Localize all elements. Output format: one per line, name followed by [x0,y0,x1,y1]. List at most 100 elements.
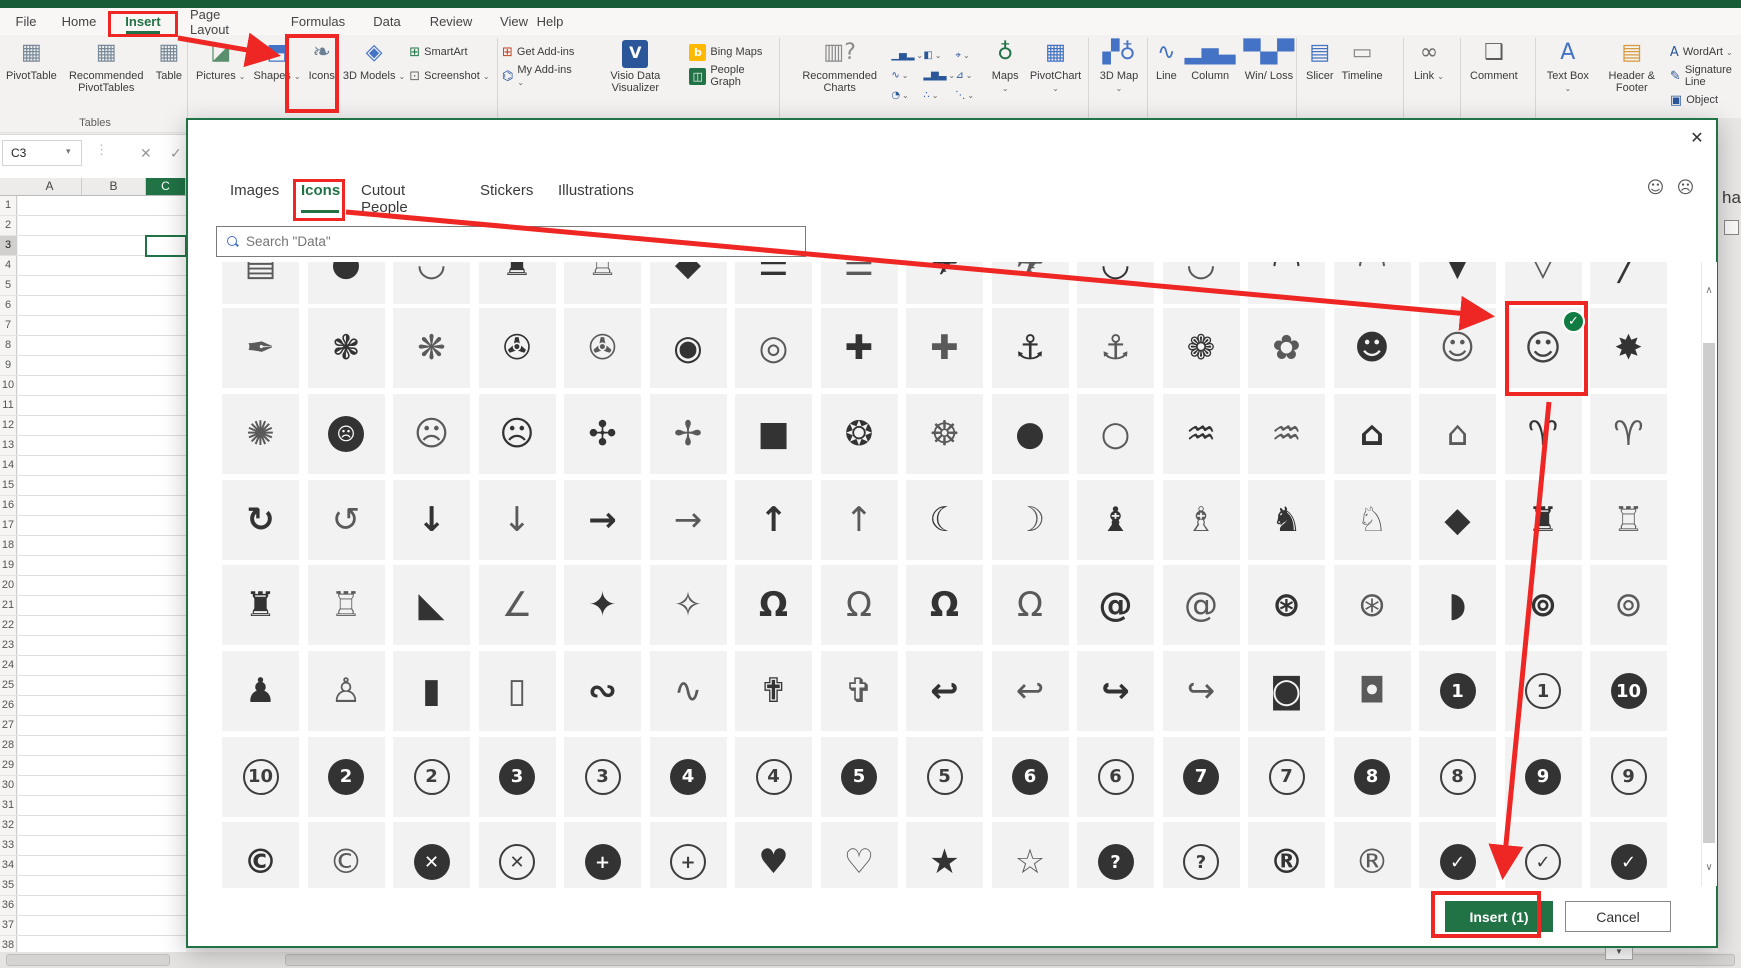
icon-cell-asian-shrine-filled[interactable]: ♜ [222,565,299,645]
row-header-11[interactable]: 11 [0,396,17,416]
search-input[interactable] [246,234,786,249]
icon-cell-backpack-outline[interactable]: ◘ [1334,651,1411,731]
chart-type-icon-3[interactable]: ∿⌄ [891,65,921,85]
ribbon-button-table[interactable]: ▦Table [152,37,186,109]
icon-cell-atom-filled[interactable]: ⊛ [1248,565,1325,645]
icon-cell-number-6-outline[interactable]: 6 [1077,737,1154,817]
icon-cell-multiply-filled[interactable]: ✕ [393,822,470,888]
ribbon-button-screenshot[interactable]: ⊡Screenshot ⌄ [409,67,489,85]
icon-cell-aries-filled[interactable]: ♈ [1505,394,1582,474]
row-header-30[interactable]: 30 [0,776,17,796]
ribbon-button-maps[interactable]: ♁Maps ⌄ [985,37,1025,109]
icon-cell-aquarius-outline[interactable]: ♒ [1248,394,1325,474]
icon-cell-needle-outline[interactable]: ✒ [222,308,299,388]
icon-cell-album-outline[interactable]: ▤ [222,262,299,304]
icon-cell-heart-filled[interactable]: ♥ [735,822,812,888]
icon-cell-plus-filled[interactable]: + [564,822,641,888]
icon-cell-alien-outline[interactable]: ▽ [1505,262,1582,304]
ribbon-button-textbox[interactable]: AText Box ⌄ [1542,37,1594,109]
ribbon-button-shapes[interactable]: ⬒Shapes ⌄ [250,37,305,109]
chart-type-icon-2[interactable]: ⌖⌄ [955,45,985,65]
ribbon-button-timeline[interactable]: ▭Timeline [1338,37,1387,109]
icon-cell-ambulance-filled[interactable]: ✚ [821,308,898,388]
ribbon-button-my_addins[interactable]: ⌬My Add-ins ⌄ [502,67,581,85]
icon-cell-registered-outline[interactable]: ® [1334,822,1411,888]
icon-cell-arrows-circle-filled[interactable]: ↻ [222,480,299,560]
icon-cell-number-2-outline[interactable]: 2 [393,737,470,817]
feedback-frown-icon[interactable]: ☹ [1676,179,1695,198]
ribbon-button-wordart[interactable]: AWordArt ⌄ [1670,43,1741,61]
icon-cell-artist-2-outline[interactable]: ♘ [1334,480,1411,560]
icon-cell-australia-filled[interactable]: ◗ [1419,565,1496,645]
icon-cell-alarm-filled[interactable]: ◡ [1077,262,1154,304]
row-header-18[interactable]: 18 [0,536,17,556]
icon-cell-arrow-right-filled[interactable]: → [564,480,641,560]
icon-cell-atom-outline[interactable]: ⊛ [1334,565,1411,645]
icon-cell-arrow-up-outline[interactable]: ↑ [821,480,898,560]
icon-cell-angry-face-filled[interactable]: ☹ [308,394,385,474]
ribbon-tab-page-layout[interactable]: Page Layout [186,8,266,35]
ribbon-button-comment[interactable]: ❑Comment [1466,37,1522,109]
row-header-25[interactable]: 25 [0,676,17,696]
icon-cell-alien-filled[interactable]: ▼ [1419,262,1496,304]
search-box[interactable] [216,226,806,257]
ribbon-button-pictures[interactable]: ◪Pictures ⌄ [192,37,250,109]
ribbon-button-rec_pivottables[interactable]: ▦Recommended PivotTables [61,37,152,109]
icon-cell-baby-filled[interactable]: ♟ [222,651,299,731]
icon-cell-question-outline[interactable]: ? [1163,822,1240,888]
row-header-12[interactable]: 12 [0,416,17,436]
dialog-tab-images[interactable]: Images [230,182,280,212]
icon-cell-anger-burst-filled[interactable]: ✸ [1590,308,1667,388]
ribbon-tab-formulas[interactable]: Formulas [288,8,348,35]
dialog-scrollbar-thumb[interactable] [1703,343,1715,843]
icon-cell-star-outline[interactable]: ☆ [992,822,1069,888]
horizontal-scrollbar[interactable] [285,954,1735,966]
row-header-24[interactable]: 24 [0,656,17,676]
ribbon-button-models_3d[interactable]: ◈3D Models ⌄ [339,37,409,109]
ribbon-button-signature[interactable]: ✎Signature Line [1670,67,1741,85]
icon-cell-apple-filled[interactable]: ● [992,394,1069,474]
icon-cell-astronaut-2-outline[interactable]: Ω [992,565,1069,645]
dialog-tab-illustrations[interactable]: Illustrations [558,182,633,212]
icon-cell-number-8-outline[interactable]: 8 [1419,737,1496,817]
row-header-34[interactable]: 34 [0,856,17,876]
icon-cell-arrow-forward-outline[interactable]: ↪ [1163,651,1240,731]
icon-cell-aquarius-filled[interactable]: ♒ [1163,394,1240,474]
row-header-37[interactable]: 37 [0,916,17,936]
ribbon-tab-help[interactable]: Help [532,8,568,35]
icon-cell-airplane-outline[interactable]: ✈ [992,262,1069,304]
icon-cell-loom-outline[interactable]: ♖ [564,262,641,304]
icon-cell-check-filled[interactable]: ✓ [1590,822,1667,888]
icon-cell-number-10-filled[interactable]: 10 [1590,651,1667,731]
row-header-28[interactable]: 28 [0,736,17,756]
icon-cell-aspiration-filled[interactable]: ✦ [564,565,641,645]
feedback-smile-icon[interactable]: ☺ [1646,179,1665,198]
row-header-2[interactable]: 2 [0,216,17,236]
icon-cell-tape-measure-outline[interactable]: ✇ [564,308,641,388]
icon-cell-artist-2-filled[interactable]: ♞ [1248,480,1325,560]
ribbon-button-bing_maps[interactable]: bBing Maps [689,43,778,61]
column-header-A[interactable]: A [18,178,82,195]
row-header-4[interactable]: 4 [0,256,17,276]
icon-cell-anger-burst-outline[interactable]: ✺ [222,394,299,474]
icon-cell-field-filled[interactable]: ☰ [735,262,812,304]
ribbon-button-winloss[interactable]: ▀▄▀Win/ Loss [1240,37,1299,109]
icon-cell-alarm-2-filled[interactable]: ◠ [1248,262,1325,304]
icon-cell-pencil-filled[interactable]: ╱ [1590,262,1667,304]
icon-cell-number-1-filled[interactable]: 1 [1419,651,1496,731]
ribbon-button-visio[interactable]: VVisio Data Visualizer [581,37,689,109]
icon-cell-baby-outline[interactable]: ♙ [308,651,385,731]
icon-cell-number-6-filled[interactable]: 6 [992,737,1069,817]
chart-type-minigrid[interactable]: ▁▅▂⌄◧⌄⌖⌄∿⌄▂▆▃⌄⊿⌄◔⌄∴⌄⋱⌄ [891,37,985,105]
icon-cell-arrow-back-outline[interactable]: ↩ [992,651,1069,731]
icon-cell-antarctica-filled[interactable]: ■ [735,394,812,474]
icon-cell-ant-outline[interactable]: ✢ [650,394,727,474]
ribbon-tab-review[interactable]: Review [426,8,476,35]
chart-type-icon-7[interactable]: ∴⌄ [923,85,953,105]
icon-cell-aperture-outline[interactable]: ☸ [906,394,983,474]
icon-cell-arrow-forward-filled[interactable]: ↪ [1077,651,1154,731]
icon-cell-alarm-2-outline[interactable]: ◠ [1334,262,1411,304]
icon-cell-architecture-plan-outline[interactable]: ⌂ [1419,394,1496,474]
icon-cell-yarn-needles-outline[interactable]: ❋ [393,308,470,388]
icon-cell-angel-smile-filled[interactable]: ☻ [1334,308,1411,388]
